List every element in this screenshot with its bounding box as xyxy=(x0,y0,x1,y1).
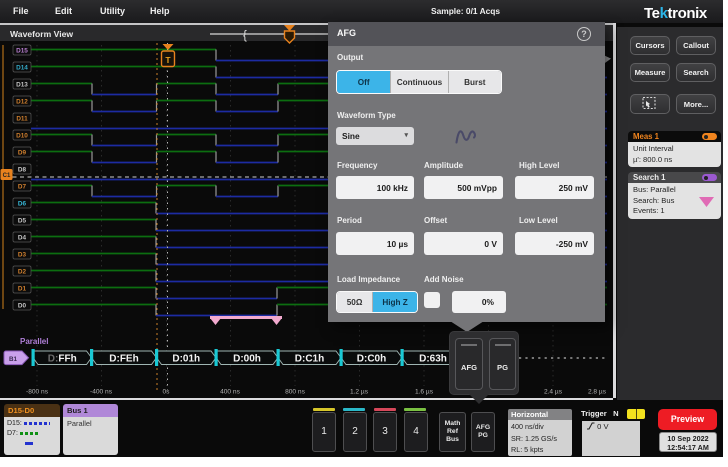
svg-text:D11: D11 xyxy=(16,116,28,123)
svg-text:C1: C1 xyxy=(3,173,11,179)
svg-text:D:01h: D:01h xyxy=(172,354,200,365)
svg-text:400 ns: 400 ns xyxy=(220,389,241,396)
svg-text:D12: D12 xyxy=(16,99,28,106)
svg-text:D6: D6 xyxy=(18,201,27,208)
svg-text:D5: D5 xyxy=(18,218,27,225)
svg-text:D13: D13 xyxy=(16,82,28,89)
svg-text:D9: D9 xyxy=(18,150,27,157)
svg-text:D8: D8 xyxy=(18,167,27,174)
svg-text:D14: D14 xyxy=(16,65,28,72)
svg-text:1.2 µs: 1.2 µs xyxy=(350,389,369,396)
svg-text:D:FEh: D:FEh xyxy=(109,354,138,365)
svg-text:800 ns: 800 ns xyxy=(285,389,306,396)
svg-text:D4: D4 xyxy=(18,235,27,242)
svg-text:D15: D15 xyxy=(16,48,28,55)
svg-text:D:C0h: D:C0h xyxy=(357,354,386,365)
svg-text:D:FFh: D:FFh xyxy=(48,354,77,365)
svg-text:D2: D2 xyxy=(18,269,27,276)
svg-text:1.6 µs: 1.6 µs xyxy=(415,389,434,396)
svg-text:-800 ns: -800 ns xyxy=(26,389,49,396)
svg-text:T: T xyxy=(165,55,171,65)
svg-text:D3: D3 xyxy=(18,252,27,259)
svg-text:-400 ns: -400 ns xyxy=(90,389,113,396)
svg-text:0s: 0s xyxy=(163,389,171,396)
svg-text:D:00h: D:00h xyxy=(233,354,261,365)
svg-text:D7: D7 xyxy=(18,184,27,191)
svg-text:D:C1h: D:C1h xyxy=(295,354,324,365)
svg-text:2.8 µs: 2.8 µs xyxy=(588,389,607,396)
svg-text:{: { xyxy=(243,30,247,42)
svg-text:Parallel: Parallel xyxy=(20,337,48,346)
svg-text:2.4 µs: 2.4 µs xyxy=(544,389,563,396)
svg-text:B1: B1 xyxy=(9,356,18,363)
svg-text:D:63h: D:63h xyxy=(419,354,447,365)
svg-text:D0: D0 xyxy=(18,303,27,310)
svg-text:D1: D1 xyxy=(18,286,27,293)
svg-text:D10: D10 xyxy=(16,133,28,140)
